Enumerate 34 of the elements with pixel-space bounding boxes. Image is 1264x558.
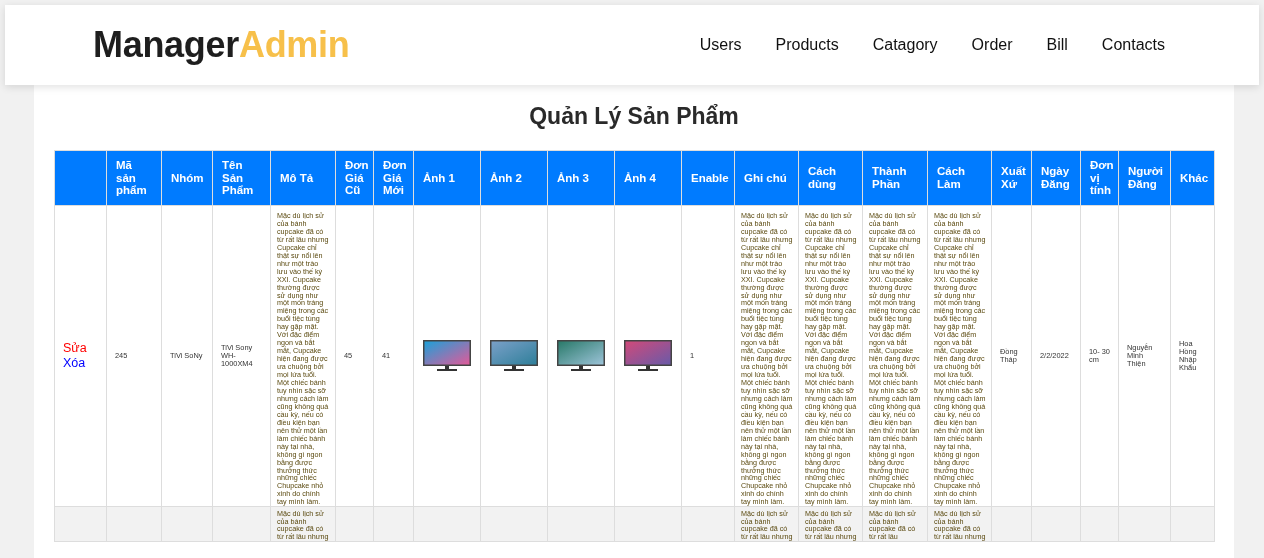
column-header: Đơn Giá Cũ: [335, 150, 374, 206]
column-header: Ngày Đăng: [1031, 150, 1081, 206]
nav-link[interactable]: Users: [699, 36, 742, 54]
column-header: Ghi chú: [734, 150, 799, 206]
edit-link[interactable]: Sửa: [63, 341, 98, 357]
column-header: Đơn Giá Mới: [373, 150, 414, 206]
nav-link[interactable]: Bill: [1046, 36, 1068, 54]
tv-drawing: [423, 340, 471, 373]
nav-link[interactable]: Contacts: [1101, 36, 1165, 54]
nav-link[interactable]: Products: [775, 36, 839, 54]
column-header: Cách Làm: [927, 150, 992, 206]
column-header: Tên Sản Phẩm: [212, 150, 271, 206]
column-header: Enable: [681, 150, 735, 206]
tv-drawing: [557, 340, 605, 373]
column-header: Thành Phần: [862, 150, 928, 206]
column-header: Ảnh 2: [480, 150, 548, 206]
column-header: Mô Tả: [270, 150, 336, 206]
nav-link[interactable]: Order: [971, 36, 1013, 54]
logo: ManagerAdmin: [93, 24, 350, 66]
column-header: Đơn vị tính: [1080, 150, 1119, 206]
column-header: Ảnh 1: [413, 150, 481, 206]
column-header: Ảnh 3: [547, 150, 615, 206]
column-header: Nhóm: [161, 150, 213, 206]
nav-link[interactable]: Catagory: [872, 36, 938, 54]
column-header: Khác: [1170, 150, 1215, 206]
delete-link[interactable]: Xóa: [63, 356, 98, 372]
column-header: Ảnh 4: [614, 150, 682, 206]
column-header: Xuất Xứ: [991, 150, 1032, 206]
page-title: Quản Lý Sản Phẩm: [528, 103, 740, 130]
tv-drawing: [624, 340, 672, 373]
tv-drawing: [490, 340, 538, 373]
column-header: Cách dùng: [798, 150, 863, 206]
column-header: Người Đăng: [1118, 150, 1171, 206]
column-header: Mã sản phẩm: [106, 150, 162, 206]
